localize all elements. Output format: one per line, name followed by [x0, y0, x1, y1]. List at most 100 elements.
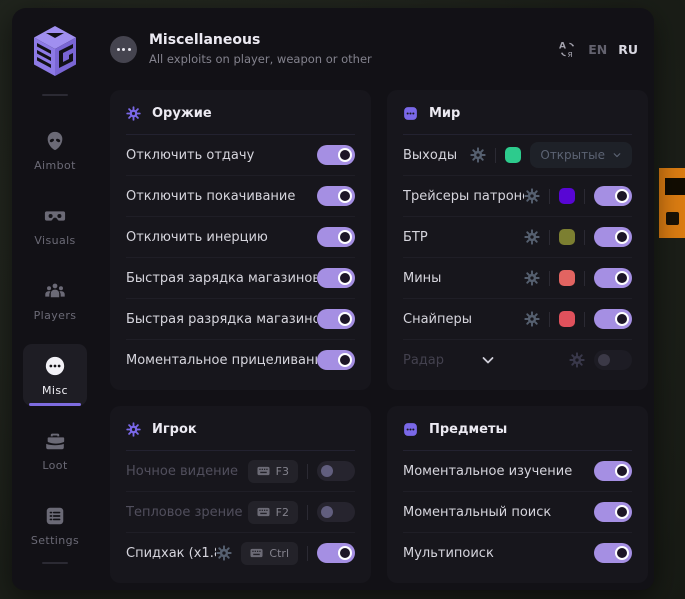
toggle-switch[interactable]: [317, 543, 355, 563]
color-swatch[interactable]: [559, 270, 575, 286]
setting-label: Трейсеры патронов: [403, 189, 524, 204]
row-settings-gear-icon[interactable]: [216, 545, 232, 561]
section-header: Игрок: [126, 406, 355, 450]
color-swatch[interactable]: [559, 311, 575, 327]
expand-chevron-icon[interactable]: [480, 352, 496, 368]
content-column-right: МирВыходыОткрытыеТрейсеры патроновБТРМин…: [387, 90, 648, 583]
setting-row: Трейсеры патронов: [403, 175, 632, 216]
vr-goggles-icon: [44, 205, 66, 227]
gear-icon: [126, 106, 141, 121]
header: Miscellaneous All exploits on player, we…: [98, 8, 654, 90]
sidebar-item-label: Players: [34, 309, 77, 322]
row-controls: [317, 268, 355, 288]
setting-label: БТР: [403, 230, 428, 245]
toggle-knob: [338, 148, 352, 162]
sidebar-item-visuals[interactable]: Visuals: [23, 194, 87, 256]
divider: [307, 464, 308, 479]
sidebar-item-aimbot[interactable]: Aimbot: [23, 119, 87, 181]
lang-en-button[interactable]: EN: [588, 42, 607, 57]
color-swatch[interactable]: [505, 147, 521, 163]
color-swatch[interactable]: [559, 229, 575, 245]
toggle-knob: [615, 464, 629, 478]
dots-square-icon: [403, 422, 418, 437]
sidebar-item-loot[interactable]: Loot: [23, 419, 87, 481]
divider: [307, 505, 308, 520]
toggle-switch[interactable]: [317, 186, 355, 206]
sidebar-item-players[interactable]: Players: [23, 269, 87, 331]
toggle-switch[interactable]: [594, 268, 632, 288]
toggle-switch[interactable]: [317, 309, 355, 329]
toggle-knob: [338, 546, 352, 560]
keybind-badge[interactable]: F2: [248, 501, 298, 524]
row-settings-gear-icon[interactable]: [569, 352, 585, 368]
toggle-knob: [321, 465, 333, 477]
background-artifact-mark: [665, 178, 685, 195]
setting-label: Быстрая разрядка магазинов: [126, 312, 317, 327]
keybind-badge[interactable]: Ctrl: [241, 542, 298, 565]
keybind-label: F2: [276, 506, 289, 519]
row-controls: F2: [248, 501, 355, 524]
toggle-switch[interactable]: [594, 186, 632, 206]
players-icon: [44, 280, 66, 302]
toggle-switch[interactable]: [594, 543, 632, 563]
toggle-switch[interactable]: [594, 502, 632, 522]
setting-row: Моментальный поиск: [403, 491, 632, 532]
toggle-switch[interactable]: [317, 502, 355, 522]
divider: [42, 94, 68, 96]
toggle-switch[interactable]: [594, 227, 632, 247]
sidebar-item-settings[interactable]: Settings: [23, 494, 87, 556]
toggle-switch[interactable]: [317, 350, 355, 370]
setting-label: Отключить отдачу: [126, 148, 254, 163]
section-card: ИгрокНочное видениеF3Тепловое зрениеF2Сп…: [110, 406, 371, 583]
page-titles: Miscellaneous All exploits on player, we…: [149, 32, 372, 66]
setting-row: Снайперы: [403, 298, 632, 339]
app-logo-icon: [31, 24, 79, 78]
divider: [584, 271, 585, 286]
toggle-switch[interactable]: [594, 309, 632, 329]
row-settings-gear-icon[interactable]: [524, 229, 540, 245]
setting-row: Моментальное изучение: [403, 451, 632, 491]
toggle-switch[interactable]: [317, 461, 355, 481]
setting-label: Моментальное изучение: [403, 464, 572, 479]
toggle-switch[interactable]: [317, 145, 355, 165]
section-header: Оружие: [126, 90, 355, 134]
setting-label: Мультипоиск: [403, 546, 494, 561]
row-settings-gear-icon[interactable]: [524, 188, 540, 204]
keybind-badge[interactable]: F3: [248, 460, 298, 483]
section-title: Оружие: [152, 106, 212, 121]
lang-ru-button[interactable]: RU: [618, 42, 638, 57]
row-controls: Открытые: [470, 142, 632, 168]
row-settings-gear-icon[interactable]: [524, 311, 540, 327]
setting-label: Тепловое зрение: [126, 505, 243, 520]
row-settings-gear-icon[interactable]: [524, 270, 540, 286]
sidebar-item-misc[interactable]: Misc: [23, 344, 87, 406]
briefcase-icon: [44, 430, 66, 452]
main-panel: Miscellaneous All exploits on player, we…: [98, 8, 654, 590]
row-controls: [594, 502, 632, 522]
toggle-switch[interactable]: [317, 227, 355, 247]
toggle-switch[interactable]: [594, 350, 632, 370]
setting-row: Ночное видениеF3: [126, 451, 355, 491]
row-controls: [317, 350, 355, 370]
dropdown-select[interactable]: Открытые: [530, 142, 632, 168]
setting-row: Тепловое зрение F2: [126, 491, 355, 532]
divider: [549, 312, 550, 327]
sidebar-nav: Aimbot Visuals Players Misc Loot Settings: [12, 106, 98, 556]
color-swatch[interactable]: [559, 188, 575, 204]
sidebar-item-label: Loot: [42, 459, 67, 472]
toggle-knob: [615, 505, 629, 519]
setting-row: БТР: [403, 216, 632, 257]
section-card: ПредметыМоментальное изучениеМоментальны…: [387, 406, 648, 583]
setting-row: Мультипоиск: [403, 532, 632, 573]
toggle-switch[interactable]: [594, 461, 632, 481]
keybind-label: F3: [276, 465, 289, 478]
toggle-knob: [615, 546, 629, 560]
page-subtitle: All exploits on player, weapon or other: [149, 52, 372, 66]
section-card: МирВыходыОткрытыеТрейсеры патроновБТРМин…: [387, 90, 648, 390]
gear-icon: [126, 422, 141, 437]
row-settings-gear-icon[interactable]: [470, 147, 486, 163]
divider: [549, 271, 550, 286]
toggle-switch[interactable]: [317, 268, 355, 288]
toggle-knob: [598, 354, 610, 366]
setting-row: Быстрая разрядка магазинов: [126, 298, 355, 339]
